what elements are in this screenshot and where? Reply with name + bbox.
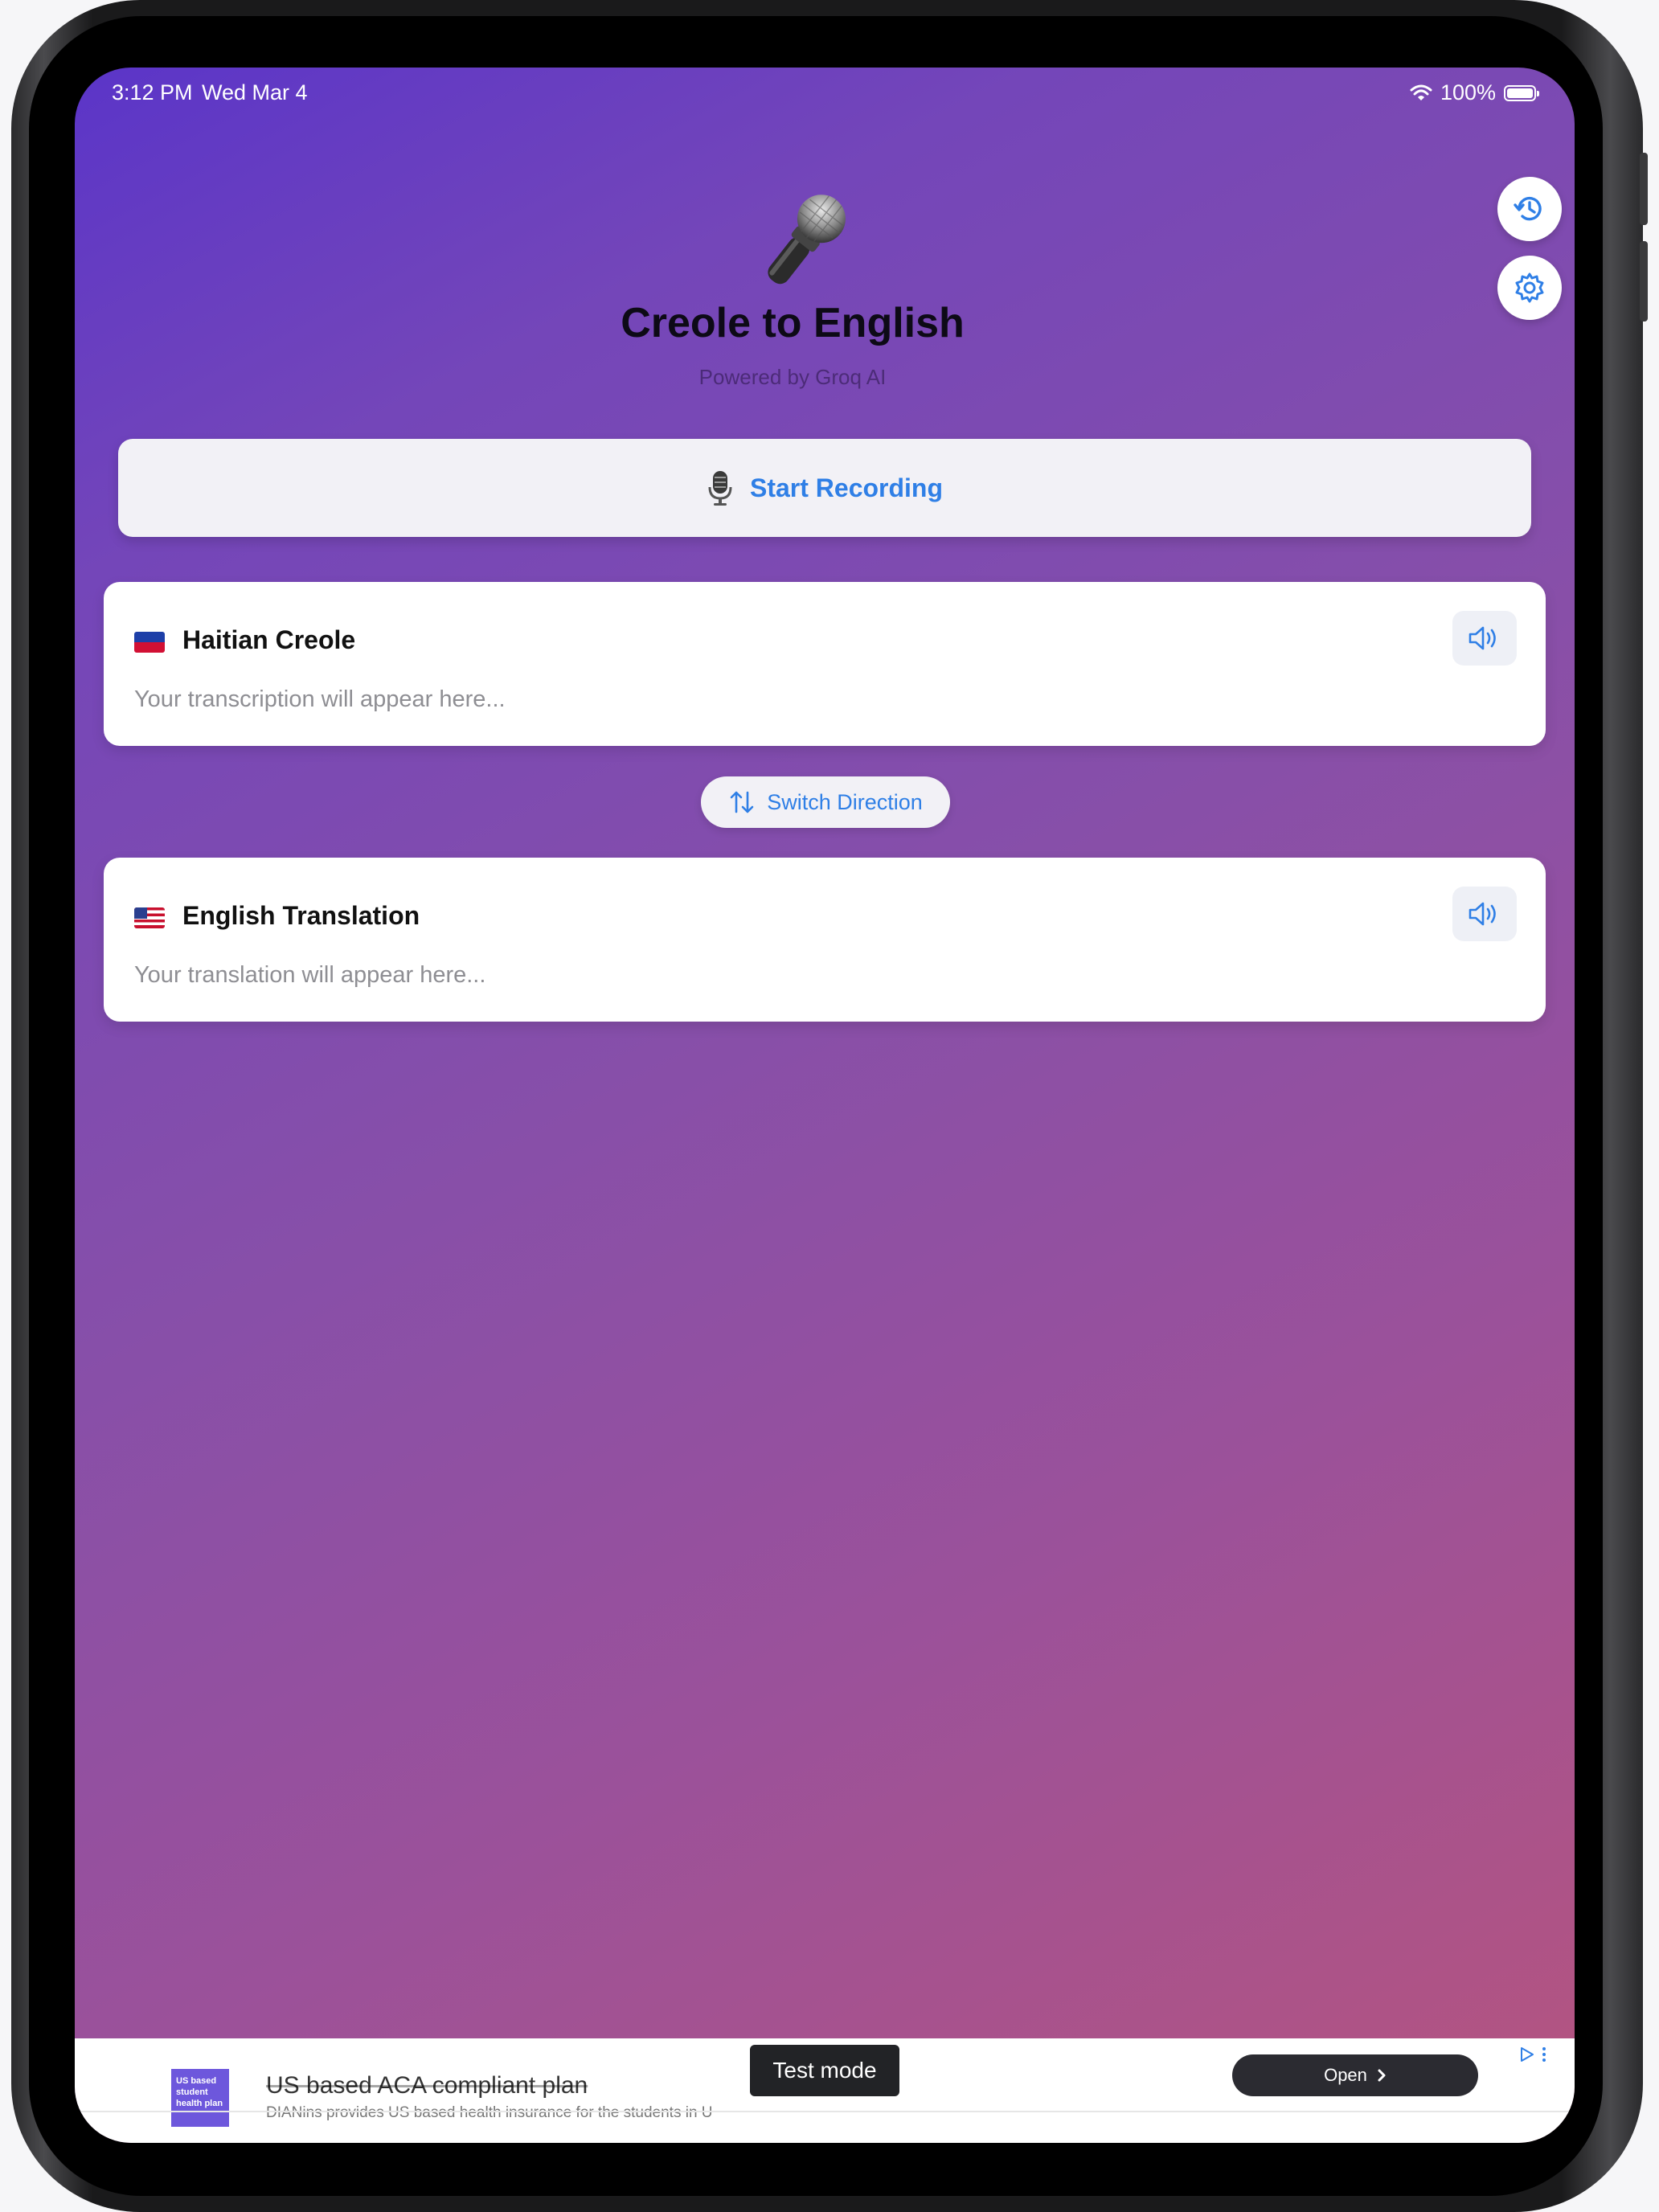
ad-description: DIANins provides US based health insuran… <box>266 2104 713 2121</box>
play-source-button[interactable] <box>1452 611 1517 666</box>
power-button <box>1640 241 1648 322</box>
haiti-flag-icon <box>134 632 165 653</box>
app-subtitle: Powered by Groq AI <box>698 365 887 389</box>
status-indicators: 100% <box>1410 80 1539 105</box>
studio-mic-icon <box>708 471 732 506</box>
status-bar: 3:12 PM Wed Mar 4 100% <box>75 68 1575 116</box>
wifi-icon <box>1410 84 1432 100</box>
battery-percent: 100% <box>1440 80 1496 104</box>
speaker-icon <box>1469 626 1496 650</box>
ad-open-button[interactable]: Open <box>1232 2054 1478 2096</box>
chevron-right-icon <box>1378 2069 1386 2082</box>
battery-icon <box>1504 84 1539 101</box>
start-recording-label: Start Recording <box>749 473 944 502</box>
status-date: Wed Mar 4 <box>202 80 308 104</box>
source-card: Haitian Creole Your transcription will a… <box>104 582 1546 746</box>
app-title: Creole to English <box>621 300 965 346</box>
ad-choices-icon[interactable] <box>1518 2045 1550 2069</box>
microphone-icon <box>768 195 846 285</box>
switch-direction-label: Switch Direction <box>767 789 923 814</box>
switch-direction-button[interactable]: Switch Direction <box>701 776 950 828</box>
volume-button <box>1640 153 1648 225</box>
transcription-text: Your transcription will appear here... <box>134 686 506 712</box>
ad-thumbnail[interactable]: US based student health plan <box>171 2069 229 2127</box>
target-card: English Translation Your translation wil… <box>104 858 1546 1022</box>
test-mode-badge: Test mode <box>750 2045 899 2096</box>
swap-arrows-icon <box>730 791 754 813</box>
play-translation-button[interactable] <box>1452 887 1517 941</box>
translation-text: Your translation will appear here... <box>134 962 486 988</box>
target-language-title: English Translation <box>182 901 420 930</box>
ad-divider <box>75 2111 1575 2112</box>
history-button[interactable] <box>1497 177 1562 241</box>
source-language-title: Haitian Creole <box>182 625 356 654</box>
app-screen: 3:12 PM Wed Mar 4 100% Creole to English… <box>75 68 1575 2143</box>
settings-icon <box>1515 272 1544 303</box>
history-icon <box>1514 196 1542 221</box>
ad-banner[interactable]: US based student health plan US based AC… <box>75 2038 1575 2143</box>
status-time: 3:12 PM <box>112 80 193 104</box>
ad-open-label: Open <box>1324 2065 1367 2085</box>
speaker-icon <box>1469 902 1496 926</box>
us-flag-icon <box>134 907 165 928</box>
ad-title[interactable]: US based ACA compliant plan <box>266 2072 588 2099</box>
start-recording-button[interactable]: Start Recording <box>118 439 1531 537</box>
